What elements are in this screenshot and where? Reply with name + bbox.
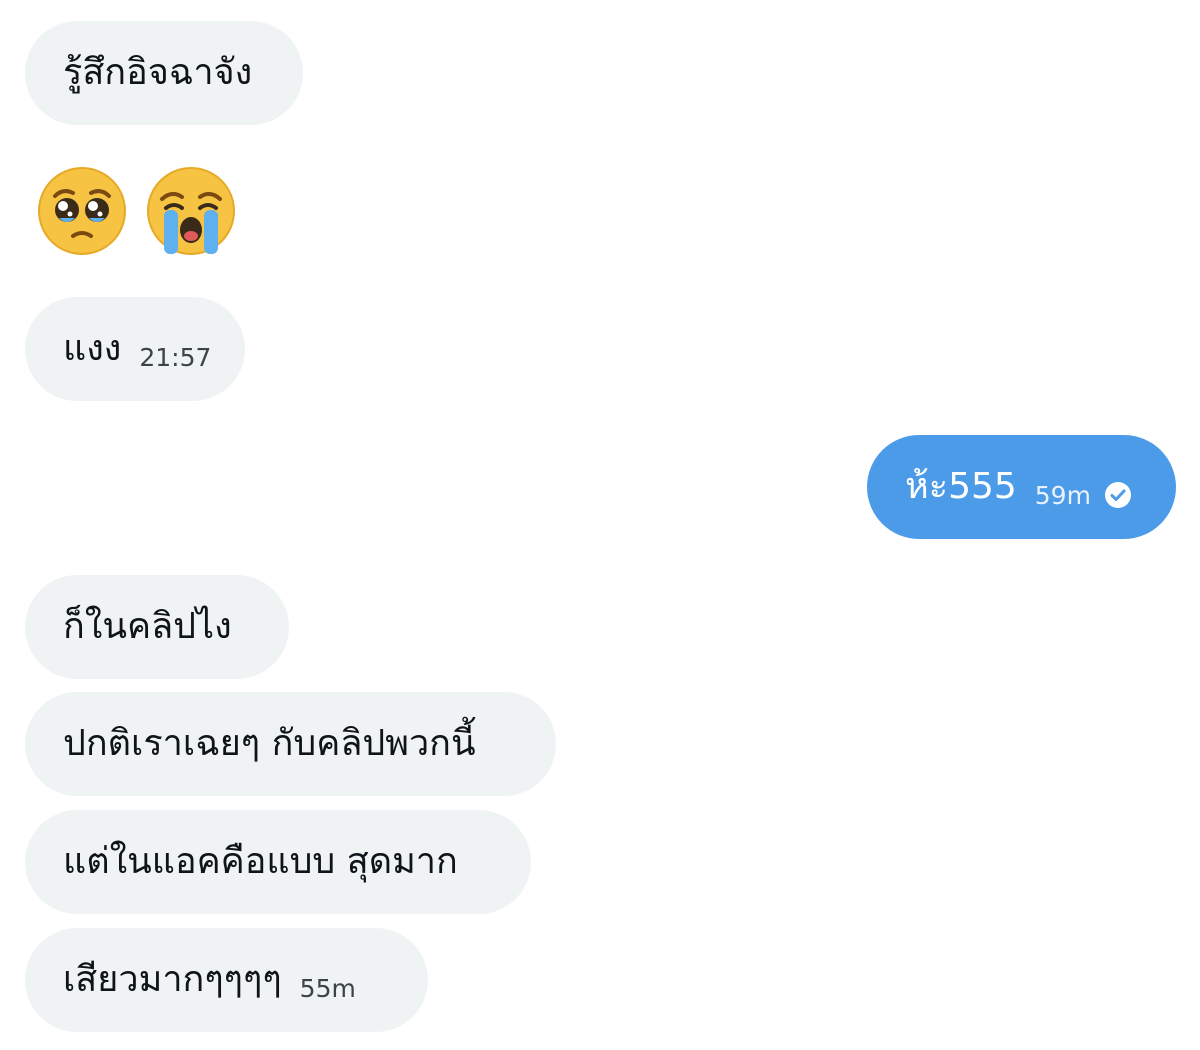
read-check-icon — [1104, 482, 1131, 508]
pleading-face-icon[interactable] — [37, 166, 127, 256]
message-bubble-incoming[interactable]: เสียวมากๆๆๆๆ 55m — [25, 928, 428, 1032]
message-bubble-incoming[interactable]: ปกติเราเฉยๆ กับคลิปพวกนี้ — [25, 692, 556, 796]
message-text: แต่ในแอคคือแบบ สุดมาก — [63, 841, 458, 882]
message-timestamp: 59m — [1034, 480, 1091, 510]
message-bubble-incoming[interactable]: ก็ในคลิปไง — [25, 575, 289, 679]
message-bubble-incoming[interactable]: แต่ในแอคคือแบบ สุดมาก — [25, 810, 531, 914]
message-text: เสียวมากๆๆๆๆ — [63, 959, 282, 1000]
message-bubble-incoming[interactable]: รู้สึกอิจฉาจัง — [25, 21, 303, 125]
message-bubble-incoming[interactable]: แงง 21:57 — [25, 297, 245, 401]
message-text: ปกติเราเฉยๆ กับคลิปพวกนี้ — [63, 723, 476, 764]
message-text: แงง — [63, 328, 122, 369]
message-text: ห้ะ555 — [905, 466, 1017, 507]
message-bubble-outgoing[interactable]: ห้ะ555 59m — [867, 435, 1176, 539]
message-text: รู้สึกอิจฉาจัง — [63, 52, 253, 93]
message-timestamp: 55m — [299, 973, 356, 1003]
loudly-crying-face-icon[interactable] — [146, 166, 236, 256]
message-timestamp: 21:57 — [139, 342, 212, 372]
message-text: ก็ในคลิปไง — [63, 606, 232, 647]
